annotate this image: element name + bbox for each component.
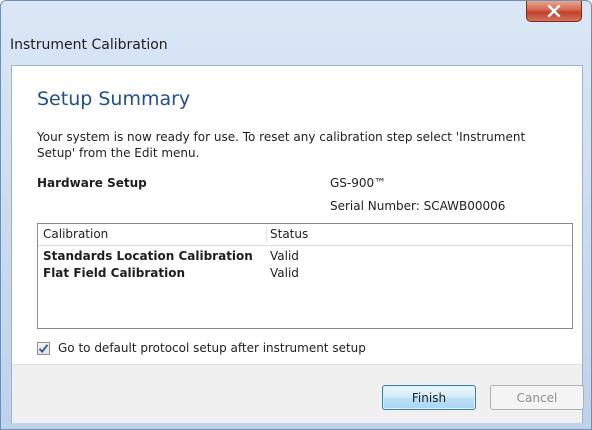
checkbox-label: Go to default protocol setup after instr… bbox=[58, 341, 366, 355]
table-row[interactable]: Standards Location Calibration Valid bbox=[38, 249, 572, 266]
calibration-name: Flat Field Calibration bbox=[43, 266, 186, 280]
column-header-status[interactable]: Status bbox=[270, 227, 308, 241]
calibration-status: Valid bbox=[270, 266, 299, 280]
finish-button[interactable]: Finish bbox=[382, 385, 476, 410]
close-button[interactable] bbox=[526, 1, 582, 22]
default-protocol-option[interactable]: Go to default protocol setup after instr… bbox=[37, 341, 366, 355]
hardware-model: GS-900™ bbox=[330, 176, 387, 190]
dialog-window: Instrument Calibration Setup Summary You… bbox=[0, 0, 592, 430]
check-mark-icon bbox=[38, 343, 49, 353]
calibration-name: Standards Location Calibration bbox=[43, 249, 253, 263]
calibration-status: Valid bbox=[270, 249, 299, 263]
close-icon bbox=[547, 5, 561, 17]
column-header-calibration[interactable]: Calibration bbox=[43, 227, 108, 241]
page-title: Setup Summary bbox=[37, 88, 191, 110]
hardware-setup-label: Hardware Setup bbox=[37, 176, 147, 190]
table-row[interactable]: Flat Field Calibration Valid bbox=[38, 266, 572, 283]
title-bar[interactable]: Instrument Calibration bbox=[1, 1, 591, 65]
intro-text: Your system is now ready for use. To res… bbox=[37, 130, 526, 160]
serial-number: Serial Number: SCAWB00006 bbox=[330, 199, 506, 213]
button-bar: Finish Cancel bbox=[12, 364, 584, 423]
calibration-table[interactable]: Calibration Status Standards Location Ca… bbox=[37, 223, 573, 329]
cancel-button[interactable]: Cancel bbox=[490, 385, 584, 410]
dialog-content: Setup Summary Your system is now ready f… bbox=[11, 65, 584, 423]
table-header: Calibration Status bbox=[38, 224, 572, 246]
default-protocol-checkbox[interactable] bbox=[37, 341, 50, 355]
window-title: Instrument Calibration bbox=[10, 37, 168, 53]
column-divider[interactable] bbox=[266, 226, 267, 243]
